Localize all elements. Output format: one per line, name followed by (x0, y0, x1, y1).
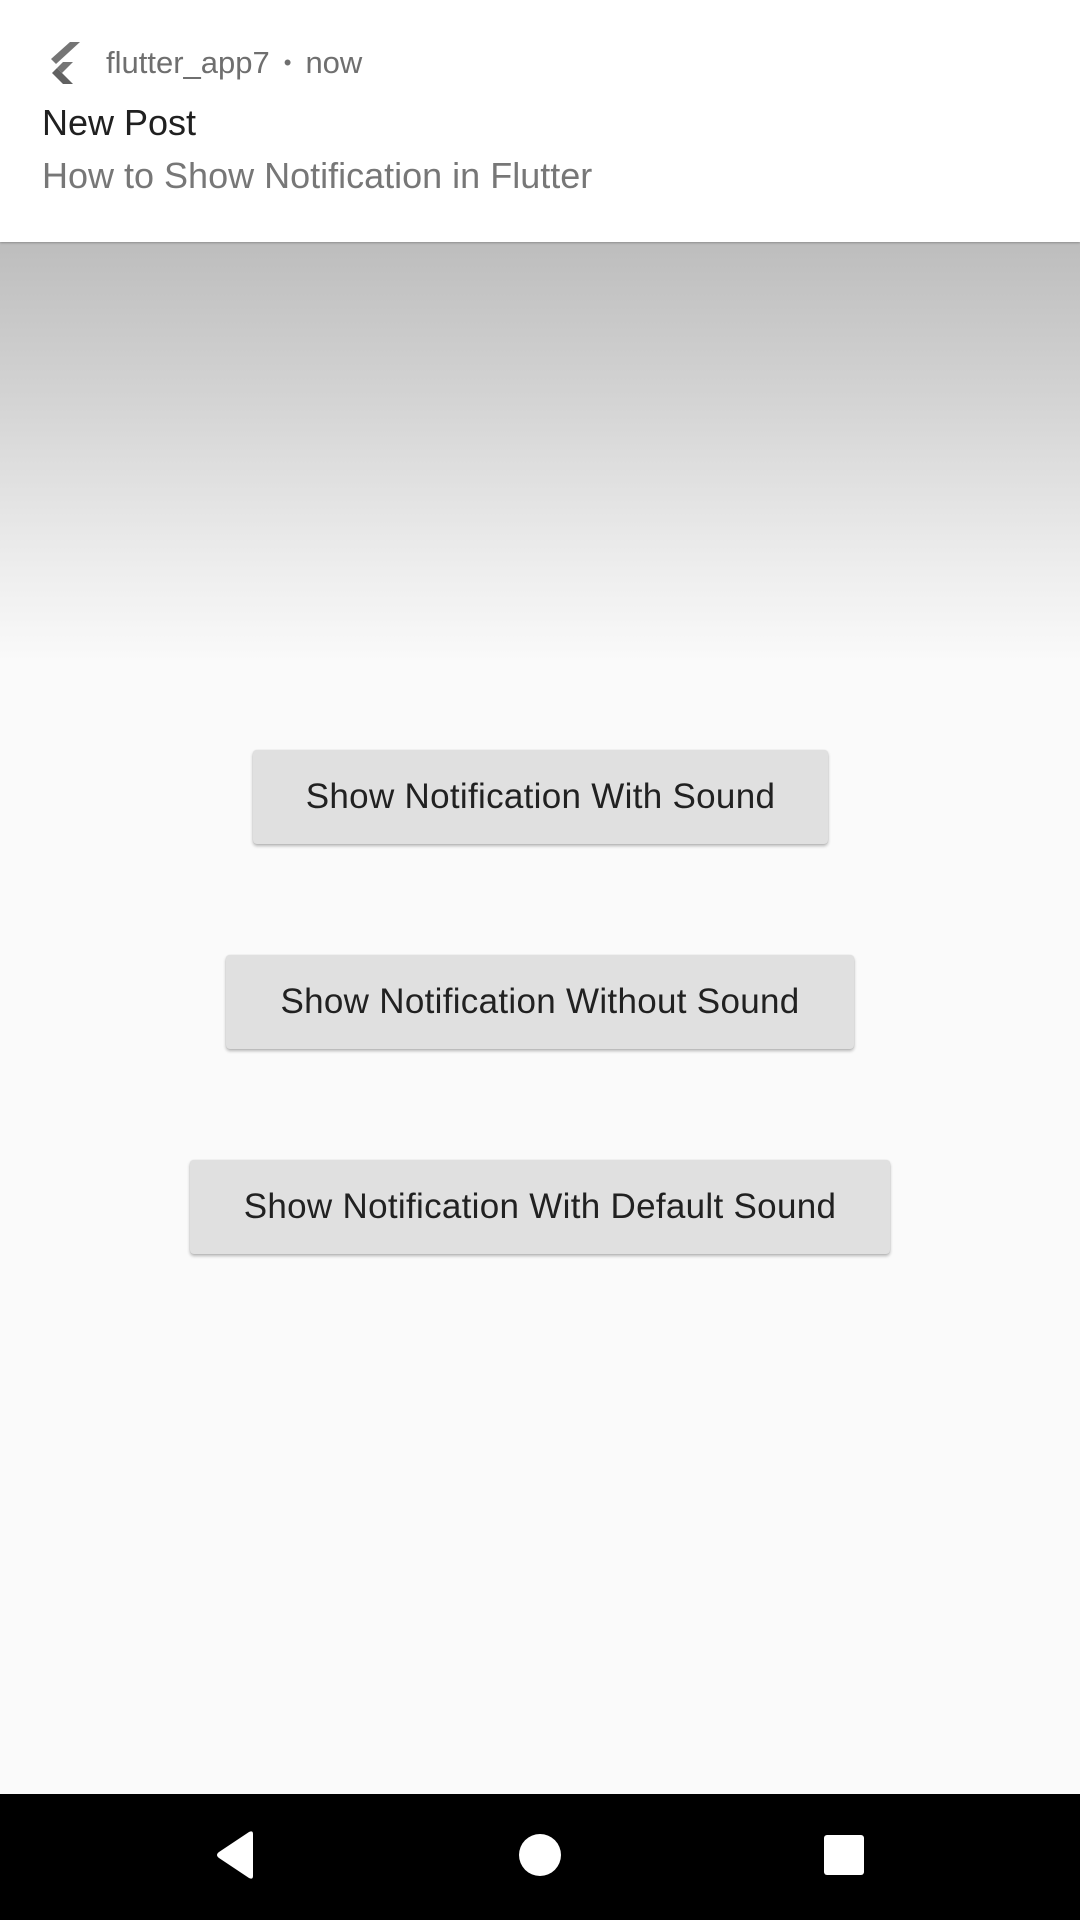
heads-up-notification[interactable]: flutter_app7 • now New Post How to Show … (0, 0, 1080, 242)
app-screen: flutter_app7 • now New Post How to Show … (0, 0, 1080, 1920)
notification-title: New Post (42, 102, 197, 143)
show-notification-without-sound-button[interactable]: Show Notification Without Sound (226, 955, 854, 1049)
recents-button[interactable] (784, 1794, 904, 1920)
notification-body: How to Show Notification in Flutter (42, 155, 593, 196)
flutter-logo-icon (42, 40, 88, 86)
back-button[interactable] (176, 1794, 296, 1920)
notification-app-name: flutter_app7 (106, 45, 270, 80)
system-navigation-bar (0, 1794, 1080, 1920)
show-notification-default-sound-button[interactable]: Show Notification With Default Sound (190, 1160, 890, 1254)
recents-square-icon (824, 1834, 864, 1880)
show-notification-with-sound-button[interactable]: Show Notification With Sound (253, 750, 828, 844)
notification-separator: • (283, 50, 292, 75)
back-triangle-icon (214, 1830, 258, 1885)
notification-time: now (305, 45, 363, 80)
notification-header: flutter_app7 • now (42, 36, 362, 90)
home-circle-icon (518, 1833, 562, 1882)
home-button[interactable] (480, 1794, 600, 1920)
notification-shade-gradient (0, 242, 1080, 662)
